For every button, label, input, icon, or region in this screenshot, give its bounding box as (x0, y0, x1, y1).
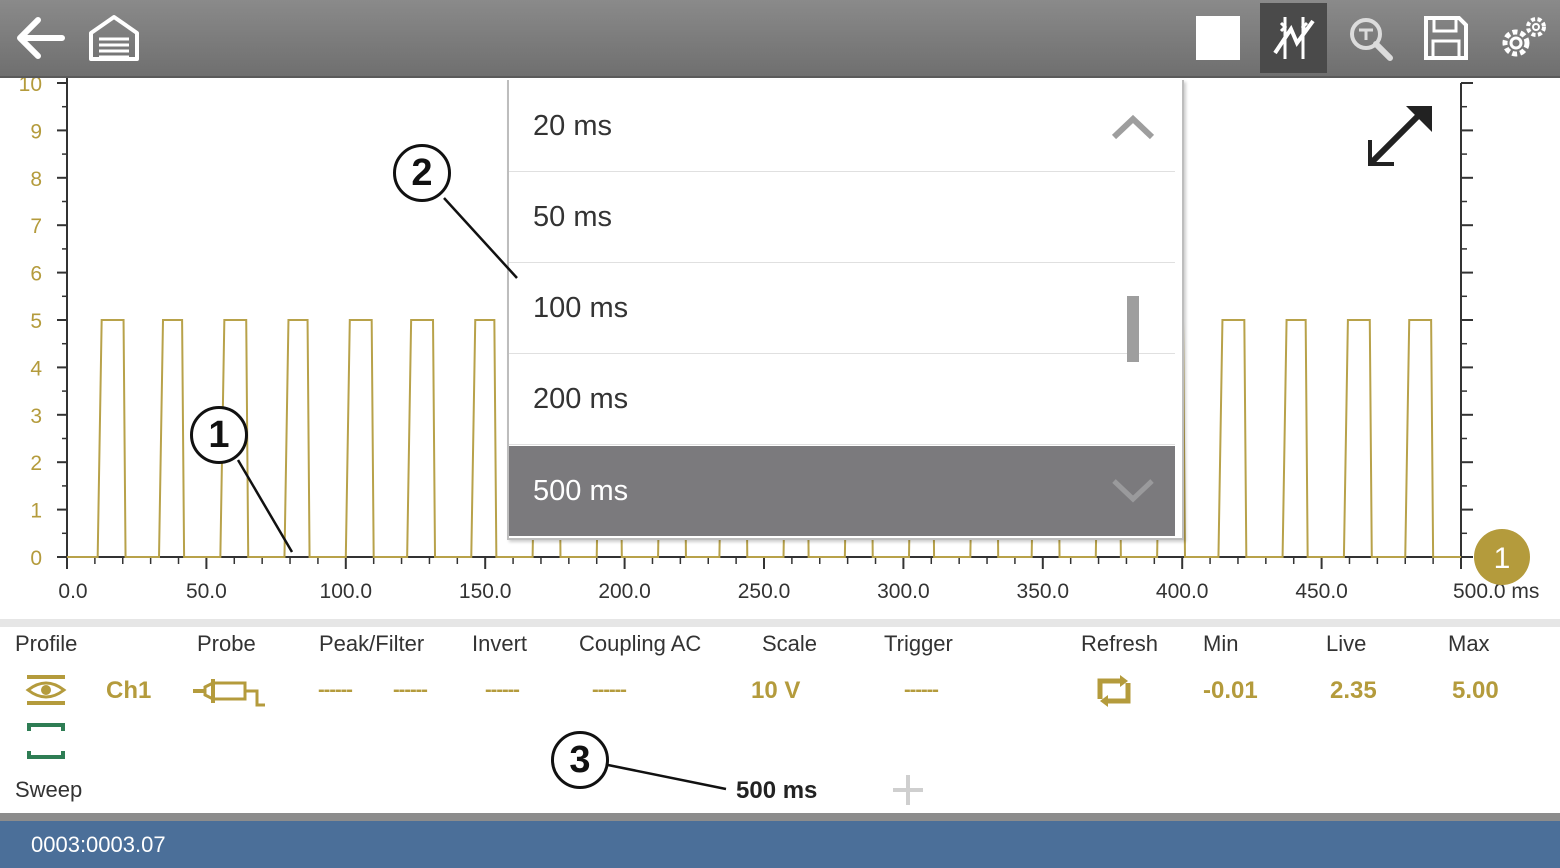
peak-value[interactable]: ------ (318, 679, 353, 702)
callout-1: 1 (190, 406, 248, 464)
status-bar: 0003:0003.07 (0, 821, 1560, 868)
option-label: 200 ms (533, 383, 629, 415)
y-tick-label: 9 (30, 120, 42, 143)
save-button[interactable] (1416, 0, 1476, 76)
scale-value[interactable]: 10 V (751, 677, 800, 705)
y-tick-label: 2 (30, 452, 42, 475)
dropdown-option-selected[interactable]: 500 ms (509, 446, 1175, 536)
probe-header: Probe (197, 631, 256, 656)
y-tick-label: 1 (30, 500, 42, 523)
x-tick-label: 0.0 (58, 580, 87, 603)
garage-home-icon (89, 15, 139, 61)
peak-filter-header: Peak/Filter (319, 631, 425, 656)
chevron-up-icon[interactable] (1111, 114, 1155, 140)
status-text: 0003:0003.07 (31, 831, 166, 857)
stop-button[interactable] (1188, 0, 1248, 76)
y-tick-label: 4 (30, 357, 42, 380)
option-label: 500 ms (533, 474, 629, 507)
x-tick-label: 100.0 (320, 580, 373, 603)
x-tick-label: 350.0 (1017, 580, 1070, 603)
y-tick-label: 10 (19, 78, 42, 96)
channel-label[interactable]: Ch1 (106, 677, 151, 705)
option-label: 100 ms (533, 292, 629, 324)
scale-header: Scale (762, 631, 818, 656)
live-value: 2.35 (1330, 677, 1377, 704)
cursors-button[interactable] (1260, 3, 1327, 73)
y-tick-label: 6 (30, 263, 42, 286)
dropdown-option[interactable]: 20 ms (509, 82, 1175, 172)
refresh-header: Refresh (1081, 631, 1159, 656)
channel-info-panel: Profile Probe Peak/Filter Invert Couplin… (0, 627, 1560, 813)
cursors-icon (1272, 17, 1315, 59)
x-tick-label: 400.0 (1156, 580, 1209, 603)
back-arrow-icon (17, 17, 65, 59)
min-value: -0.01 (1203, 677, 1258, 704)
x-tick-label: 200.0 (598, 580, 651, 603)
invert-value[interactable]: ------ (485, 679, 520, 702)
profile-header: Profile (15, 631, 78, 656)
coupling-value[interactable]: ------ (592, 679, 627, 702)
zoom-button[interactable] (1340, 0, 1400, 76)
trigger-value[interactable]: ------ (904, 679, 939, 702)
zoom-icon (1350, 18, 1393, 61)
settings-gears-icon (1502, 17, 1546, 57)
callout-2: 2 (393, 144, 451, 202)
filter-value[interactable]: ------ (393, 679, 428, 702)
dropdown-scrollbar[interactable] (1127, 296, 1139, 362)
x-tick-label: 50.0 (186, 580, 227, 603)
sweep-dropdown-list[interactable]: 20 ms 50 ms 100 ms 200 ms 500 ms (507, 80, 1184, 540)
option-label: 20 ms (533, 110, 612, 142)
plot-panel-separator (0, 619, 1560, 627)
callout-3: 3 (551, 731, 609, 789)
sweep-bracket-icon (27, 723, 65, 759)
eye-visibility-icon[interactable] (25, 673, 67, 707)
chevron-down-icon[interactable] (1111, 478, 1155, 504)
y-tick-label: 3 (30, 405, 42, 428)
option-label: 50 ms (533, 201, 612, 233)
coupling-header: Coupling AC (579, 631, 702, 656)
back-button[interactable] (6, 0, 72, 76)
x-tick-label: 300.0 (877, 580, 930, 603)
trigger-header: Trigger (884, 631, 953, 656)
refresh-icon[interactable] (1094, 673, 1134, 709)
settings-button[interactable] (1490, 0, 1556, 76)
dropdown-option[interactable]: 100 ms (509, 264, 1175, 354)
x-tick-label: 250.0 (738, 580, 791, 603)
x-tick-label: 150.0 (459, 580, 512, 603)
sweep-value[interactable]: 500 ms (736, 777, 817, 805)
stop-square-icon (1196, 16, 1240, 60)
probe-icon[interactable] (191, 671, 267, 709)
y-tick-label: 8 (30, 168, 42, 191)
y-tick-label: 5 (30, 310, 42, 333)
x-tick-label: 450.0 (1295, 580, 1348, 603)
max-value: 5.00 (1452, 677, 1499, 704)
channel-marker-label: 1 (1494, 542, 1511, 575)
top-toolbar (0, 0, 1560, 78)
panel-bottom-rule (0, 813, 1560, 821)
min-header: Min (1203, 631, 1239, 656)
y-tick-label: 7 (30, 215, 42, 238)
y-tick-label: 0 (30, 547, 42, 570)
add-plus-icon[interactable] (891, 773, 925, 807)
dropdown-option[interactable]: 50 ms (509, 173, 1175, 263)
invert-header: Invert (472, 631, 528, 656)
live-header: Live (1326, 631, 1367, 656)
dropdown-option[interactable]: 200 ms (509, 355, 1175, 445)
save-icon (1424, 16, 1468, 60)
expand-icon[interactable] (1362, 98, 1442, 178)
sweep-label: Sweep (15, 777, 83, 802)
home-button[interactable] (82, 0, 146, 76)
max-header: Max (1448, 631, 1490, 656)
